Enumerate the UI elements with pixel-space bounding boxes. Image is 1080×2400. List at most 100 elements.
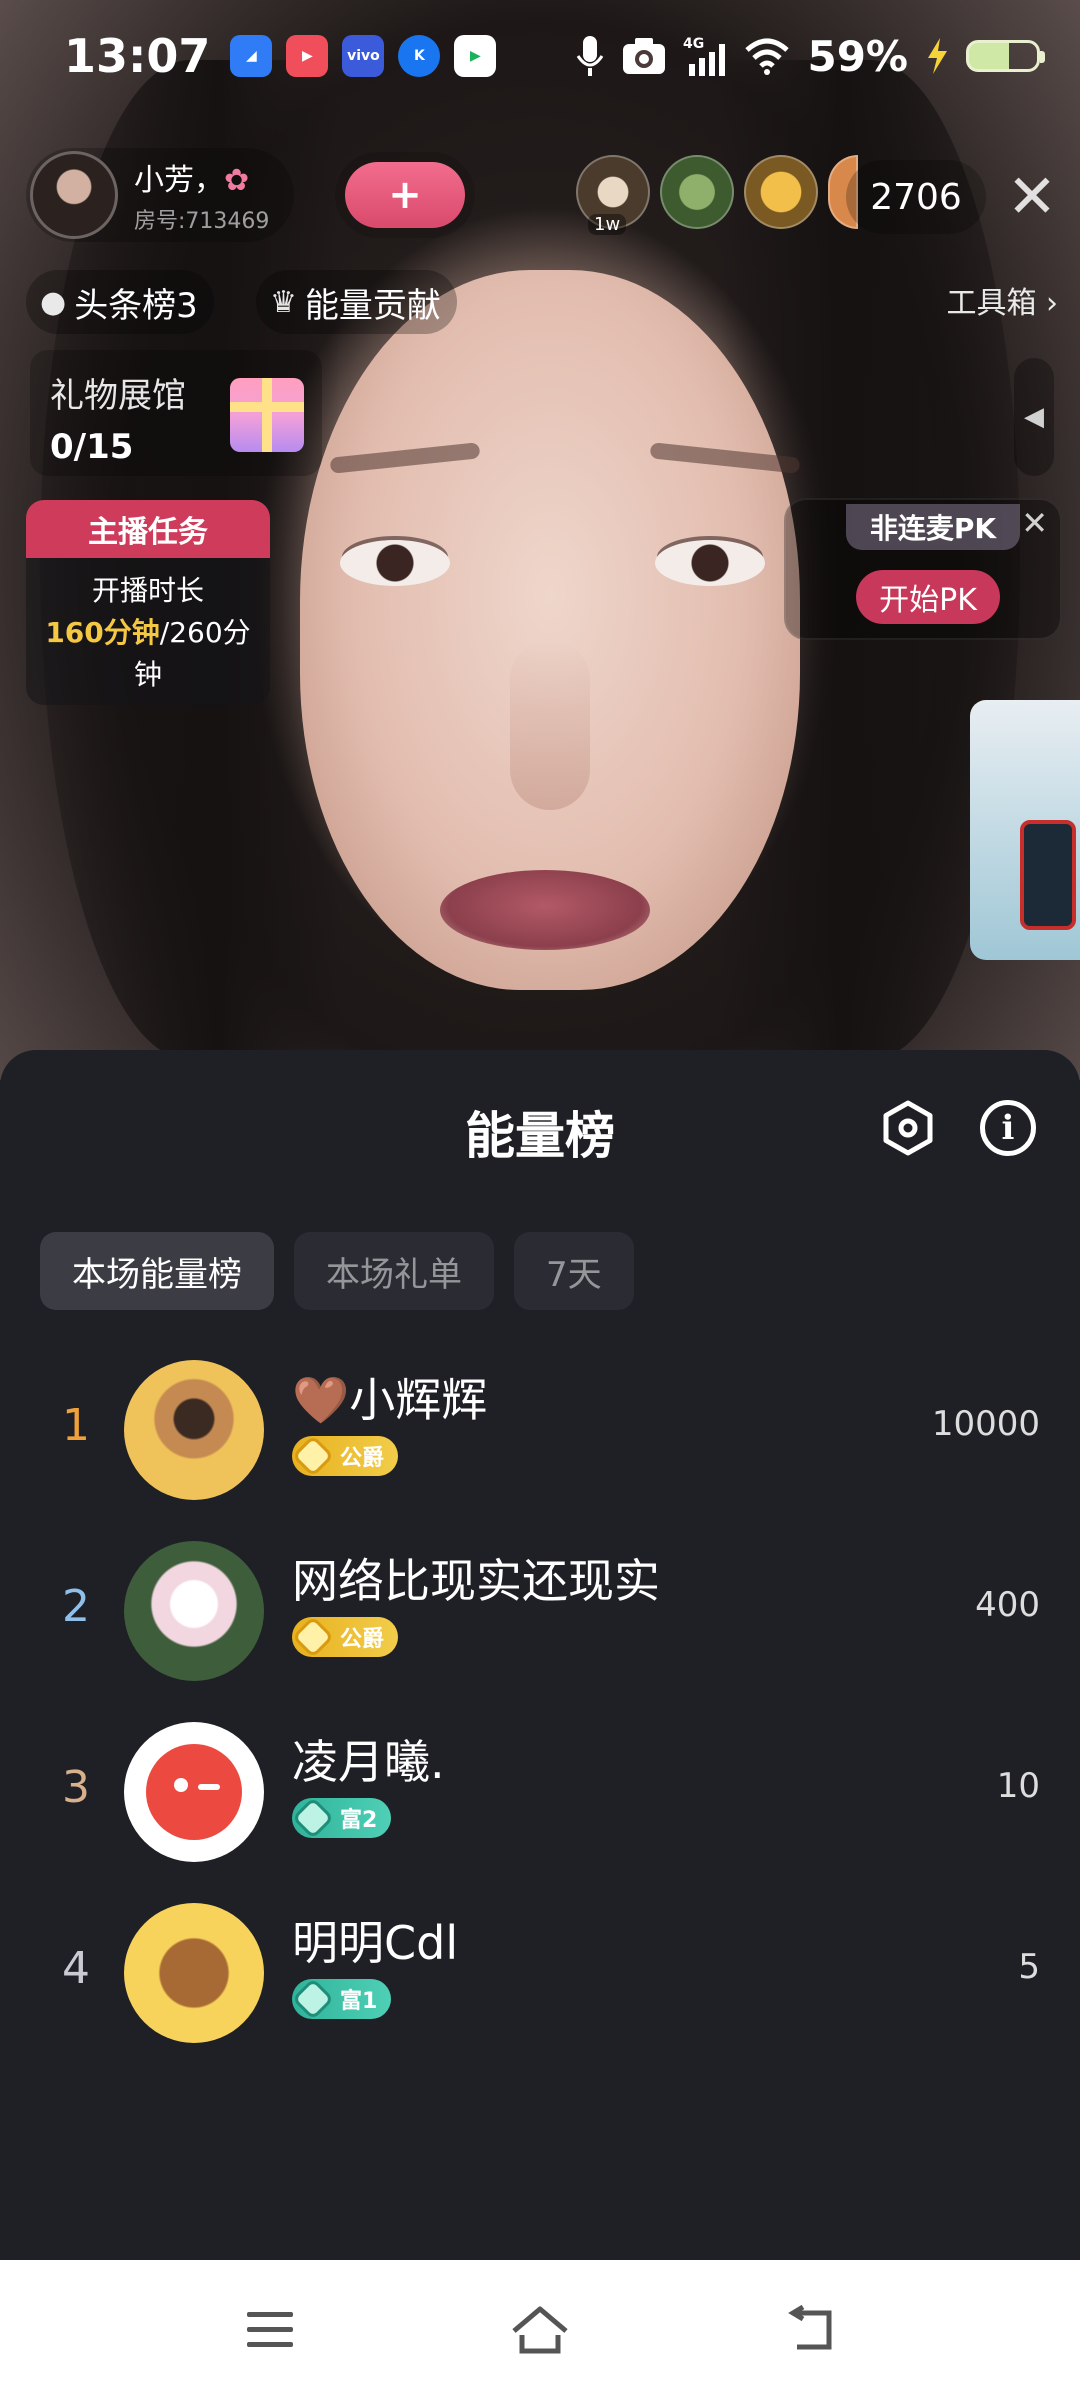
pk-title: 非连麦PK — [846, 504, 1020, 550]
status-right: 4G 59% — [575, 31, 1045, 81]
battery-icon — [966, 40, 1045, 72]
host-task-progress: 160分钟/260分 — [26, 612, 270, 654]
gift-box-icon — [230, 378, 304, 452]
gift-hall-card[interactable]: 礼物展馆 0/15 — [30, 350, 322, 476]
signal-icon: 4G — [683, 36, 726, 76]
back-icon — [788, 2305, 832, 2350]
svg-text:4G: 4G — [683, 36, 704, 52]
mic-icon — [577, 36, 604, 76]
start-pk-button[interactable]: 开始PK — [856, 570, 1000, 624]
nose — [510, 640, 590, 810]
badge-label: 公爵 — [340, 1627, 385, 1652]
ranking-row[interactable]: 4 明明Cdl 富1 5 — [0, 1893, 1080, 2074]
system-nav-bar — [0, 2260, 1080, 2400]
user-avatar[interactable] — [124, 1903, 264, 2043]
host-avatar[interactable] — [30, 151, 118, 239]
ranking-row[interactable]: 2 网络比现实还现实 公爵 400 — [0, 1531, 1080, 1712]
energy-score: 400 — [975, 1585, 1040, 1625]
ranking-list: 1 🤎小辉辉 公爵 10000 2 网络比现实还现实 公爵 400 3 凌月曦.… — [0, 1350, 1080, 2074]
level-badge: 富1 — [291, 1977, 392, 2021]
level-badge: 公爵 — [291, 1434, 399, 1478]
energy-ranking-sheet: 能量榜 i 本场能量榜 本场礼单 7天 1 🤎小辉辉 公爵 10000 2 网络… — [0, 1050, 1080, 2260]
flame-icon: ● — [40, 284, 67, 320]
badge-label: 富1 — [340, 1989, 378, 2014]
pk-close-icon[interactable]: ✕ — [1021, 504, 1048, 542]
badge-gem-icon — [291, 1434, 335, 1478]
charging-bolt-icon — [928, 38, 947, 74]
home-icon — [512, 2306, 568, 2354]
tab-current-energy[interactable]: 本场能量榜 — [40, 1232, 274, 1310]
user-name: 凌月曦. — [292, 1735, 445, 1789]
level-badge: 公爵 — [291, 1615, 399, 1659]
badge-label: 富2 — [340, 1808, 378, 1833]
energy-score: 10 — [996, 1766, 1040, 1806]
eye-right — [655, 540, 765, 586]
side-drawer-handle[interactable]: ◀ — [1014, 358, 1054, 476]
viewer-avatar[interactable] — [744, 155, 818, 229]
tab-7-days[interactable]: 7天 — [514, 1232, 634, 1310]
energy-contribution-label: 能量贡献 — [304, 285, 441, 326]
user-name: 🤎小辉辉 — [292, 1373, 488, 1427]
status-bar: 13:07 ◢ ▶ vivo K ▶ 4G 59% — [0, 0, 1080, 112]
rank-number: 4 — [62, 1943, 90, 1994]
rank-number: 3 — [62, 1762, 90, 1813]
user-avatar[interactable] — [124, 1722, 264, 1862]
badge-label: 公爵 — [340, 1446, 385, 1471]
host-name-row: 小芳，✿ — [134, 155, 269, 199]
ranking-row[interactable]: 3 凌月曦. 富2 10 — [0, 1712, 1080, 1893]
host-task-done: 160分钟 — [45, 616, 160, 649]
toolbox-label: 工具箱 — [946, 286, 1037, 321]
badge-gem-icon — [291, 1796, 335, 1840]
rank-number: 1 — [62, 1400, 90, 1451]
host-task-total: /260分 — [159, 616, 251, 649]
battery-percent: 59% — [807, 31, 908, 81]
play-store-icon: ▶ — [454, 35, 497, 77]
user-avatar[interactable] — [124, 1360, 264, 1500]
poster-phone — [1020, 820, 1076, 930]
host-name: 小芳， — [134, 163, 224, 198]
settings-hex-icon[interactable] — [880, 1100, 936, 1156]
home-nav-button[interactable] — [505, 2295, 575, 2365]
app-icon-k: K — [398, 35, 441, 77]
ranking-row[interactable]: 1 🤎小辉辉 公爵 10000 — [0, 1350, 1080, 1531]
lips — [440, 870, 650, 950]
viewer-avatar[interactable]: 1w — [576, 155, 650, 235]
notification-app-icons: ◢ ▶ vivo K ▶ — [230, 35, 497, 77]
crown-icon: ♛ — [270, 284, 297, 320]
rank-number: 2 — [62, 1581, 90, 1632]
menu-icon — [247, 2312, 293, 2347]
wifi-icon — [745, 38, 790, 75]
chevron-right-icon: › — [1046, 286, 1058, 321]
host-task-line3: 钟 — [133, 658, 162, 691]
tab-current-gifts[interactable]: 本场礼单 — [294, 1232, 494, 1310]
host-info-chip[interactable]: 小芳，✿ 房号:713469 — [26, 148, 294, 242]
follow-button[interactable]: + — [345, 162, 465, 228]
viewer-count[interactable]: 2706 — [846, 160, 986, 234]
info-icon[interactable]: i — [980, 1100, 1036, 1156]
badge-gem-icon — [291, 1977, 335, 2021]
user-avatar[interactable] — [124, 1541, 264, 1681]
app-icon-blue: ◢ — [230, 35, 273, 77]
headline-rank-pill[interactable]: ● 头条榜3 — [26, 270, 214, 334]
camera-icon — [623, 38, 666, 74]
host-task-line1: 开播时长 — [91, 574, 204, 607]
app-icon-red: ▶ — [286, 35, 329, 77]
menu-nav-button[interactable] — [235, 2295, 305, 2365]
viewer-avatar[interactable] — [660, 155, 734, 229]
vivo-app-icon: vivo — [342, 35, 385, 77]
viewer-tag: 1w — [588, 214, 627, 235]
host-task-card[interactable]: 主播任务 开播时长 160分钟/260分 钟 — [26, 500, 270, 705]
background-poster — [970, 700, 1080, 960]
triangle-left-icon: ◀ — [1024, 402, 1044, 432]
energy-contribution-pill[interactable]: ♛ 能量贡献 — [256, 270, 457, 334]
top-viewers: 1w — [576, 155, 868, 235]
back-nav-button[interactable] — [775, 2295, 845, 2365]
plus-icon: + — [388, 172, 422, 218]
host-room-number: 房号:713469 — [134, 209, 270, 234]
level-badge: 富2 — [291, 1796, 392, 1840]
close-icon[interactable]: ✕ — [1002, 160, 1062, 234]
toolbox-link[interactable]: 工具箱 › — [946, 278, 1058, 322]
headline-rank-label: 头条榜3 — [74, 285, 198, 326]
flower-icon: ✿ — [224, 163, 250, 198]
badge-gem-icon — [291, 1615, 335, 1659]
